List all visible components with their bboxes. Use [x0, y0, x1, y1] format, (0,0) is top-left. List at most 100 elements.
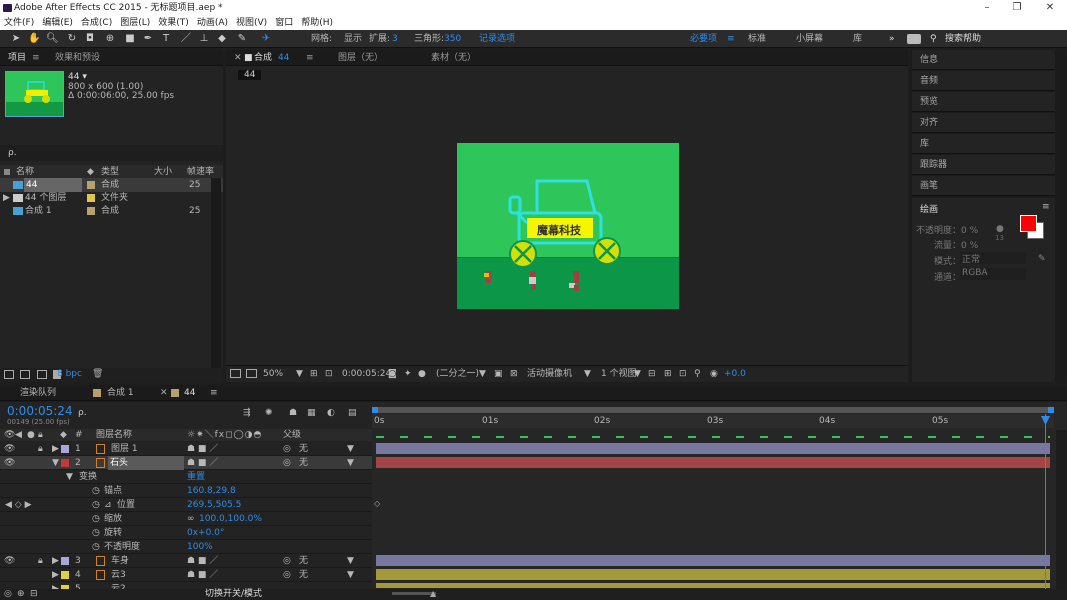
expand-switches-icon[interactable]: ◎: [4, 589, 12, 600]
solo-switch-icon[interactable]: ●: [27, 429, 35, 441]
label-swatch[interactable]: [87, 207, 95, 215]
transparency-grid-icon[interactable]: ⊠: [510, 366, 518, 382]
resolution-chevron-icon[interactable]: ▼: [479, 366, 486, 382]
workspace-library[interactable]: 库: [853, 30, 862, 48]
show-snapshot-icon[interactable]: ✦: [404, 366, 412, 382]
project-item-name[interactable]: 44: [24, 178, 82, 192]
project-item-name[interactable]: 44 个图层: [25, 191, 66, 205]
audio-panel[interactable]: 音频: [912, 71, 1055, 91]
stopwatch-icon[interactable]: ◷: [92, 540, 100, 554]
menu-composition[interactable]: 合成(C): [81, 18, 112, 28]
parent-dropdown[interactable]: 无: [299, 568, 308, 582]
parent-chevron-icon[interactable]: ▼: [347, 442, 354, 456]
effects-presets-tab[interactable]: 效果和预设: [55, 50, 100, 66]
new-comp-icon[interactable]: [37, 370, 47, 379]
project-tab[interactable]: 项目: [8, 50, 26, 66]
keyframe-diamond-icon[interactable]: ◇: [374, 499, 380, 508]
paint-flow[interactable]: 流量：0 %: [934, 238, 978, 251]
puppet-pin-tool-icon[interactable]: ✈: [260, 33, 272, 45]
views-dropdown[interactable]: 1 个视图: [601, 366, 637, 382]
brush-tool-icon[interactable]: ／: [180, 33, 192, 45]
layer-name-header[interactable]: 图层名称: [96, 429, 132, 441]
visibility-eye-icon[interactable]: 👁︎: [4, 456, 15, 470]
zoom-in-icon[interactable]: ▲: [430, 589, 436, 598]
shy-layers-icon[interactable]: ☗: [289, 408, 297, 418]
layer-expand-arrow-icon[interactable]: ▶: [52, 442, 59, 456]
parent-chevron-icon[interactable]: ▼: [347, 456, 354, 470]
layer-name[interactable]: 图层 1: [111, 442, 138, 456]
col-size[interactable]: 大小: [154, 165, 172, 179]
expand-arrow-icon[interactable]: ▶: [3, 191, 10, 205]
workspace-standard[interactable]: 标准: [748, 30, 766, 48]
label-swatch[interactable]: [87, 194, 95, 202]
layer-row[interactable]: 👁︎ 🔒︎ ▶ 1 图层 1 ☗ ■ ／ ◎ 无 ▼: [0, 442, 372, 456]
hand-tool-icon[interactable]: ✋: [28, 33, 40, 45]
roto-brush-tool-icon[interactable]: ✎: [236, 33, 248, 45]
zoom-chevron-icon[interactable]: ▼: [296, 366, 303, 382]
paint-opacity[interactable]: 不透明度：0 %: [916, 223, 978, 236]
current-time[interactable]: 0:00:05:24: [342, 366, 391, 382]
layer-lock-icon[interactable]: 🔒︎: [38, 554, 43, 568]
layer-bar[interactable]: [376, 555, 1050, 566]
brush-tip-icon[interactable]: ●: [996, 224, 1004, 234]
tracker-panel[interactable]: 跟踪器: [912, 155, 1055, 175]
foreground-color-swatch[interactable]: [1020, 215, 1037, 232]
rectangle-tool-icon[interactable]: ■: [124, 33, 136, 45]
layer-name[interactable]: 车身: [111, 554, 129, 568]
layer-bar[interactable]: [376, 583, 1050, 588]
constrain-proportions-icon[interactable]: ∞: [187, 512, 195, 526]
pick-whip-icon[interactable]: ◎: [283, 442, 291, 456]
property-value[interactable]: 0x+0.0°: [187, 526, 224, 540]
minimize-button[interactable]: –: [975, 0, 999, 16]
menu-help[interactable]: 帮助(H): [301, 18, 333, 28]
layer-name[interactable]: 云3: [111, 568, 126, 582]
workspace-menu-icon[interactable]: ≡: [727, 30, 735, 48]
timeline-toggle-icon[interactable]: ⊡: [679, 366, 687, 382]
viewer-tab-layer[interactable]: 图层（无）: [338, 50, 383, 66]
layer-label-swatch[interactable]: [61, 459, 69, 467]
graph-editor-icon[interactable]: ▤: [348, 408, 357, 418]
visibility-eye-icon[interactable]: 👁︎: [4, 442, 15, 456]
viewer-menu-icon[interactable]: ≡: [306, 50, 314, 66]
sync-settings-icon[interactable]: [907, 34, 921, 44]
parent-chevron-icon[interactable]: ▼: [347, 568, 354, 582]
comp-mini-flowchart-icon[interactable]: ⇶: [243, 408, 251, 418]
layer-name[interactable]: 石头: [108, 456, 184, 470]
resolution-dropdown[interactable]: (二分之一): [436, 366, 479, 382]
channel-icon[interactable]: ●: [418, 366, 426, 382]
interpret-footage-icon[interactable]: [4, 370, 14, 379]
comp-navigator-label[interactable]: 44: [238, 70, 262, 80]
camera-tool-icon[interactable]: ◘: [84, 33, 96, 45]
layer-expand-arrow-icon[interactable]: ▶: [52, 568, 59, 582]
composition-canvas[interactable]: 魔幕科技: [457, 143, 679, 309]
selection-tool-icon[interactable]: ➤: [10, 33, 22, 45]
label-column-icon[interactable]: ◆: [60, 429, 67, 441]
layer-row-selected[interactable]: 👁︎ ▼ 2 石头 ☗ ■ ／ ◎ 无 ▼: [0, 456, 372, 470]
search-help-icon[interactable]: ⚲: [930, 30, 937, 48]
motion-blur-icon[interactable]: ◐: [327, 408, 335, 418]
parent-dropdown[interactable]: 无: [299, 456, 308, 470]
col-name[interactable]: 名称: [16, 165, 34, 179]
parent-header[interactable]: 父级: [283, 429, 301, 441]
project-panel-menu-icon[interactable]: ≡: [32, 50, 40, 66]
pick-whip-icon[interactable]: ◎: [283, 554, 291, 568]
timeline-search[interactable]: ρ.: [78, 408, 87, 418]
paint-mode-dropdown[interactable]: 正常: [960, 252, 1026, 265]
eyedropper-icon[interactable]: ✎: [1038, 254, 1046, 264]
frame-blending-icon[interactable]: ▦: [307, 408, 316, 418]
trash-icon[interactable]: 🗑︎: [92, 369, 103, 379]
layer-switches[interactable]: ☗ ■ ／: [187, 554, 218, 568]
views-chevron-icon[interactable]: ▼: [634, 366, 641, 382]
timeline-menu-icon[interactable]: ≡: [210, 385, 218, 401]
col-fps[interactable]: 帧速率: [187, 165, 214, 179]
snapshot-icon[interactable]: ◙: [388, 366, 397, 382]
time-ruler[interactable]: 0s 01s 02s 03s 04s 05s: [372, 414, 1054, 428]
mask-visibility-icon[interactable]: ⊡: [325, 366, 333, 382]
menu-effect[interactable]: 效果(T): [158, 18, 189, 28]
layer-label-swatch[interactable]: [61, 445, 69, 453]
project-scrollbar[interactable]: [211, 178, 221, 368]
close-viewer-icon[interactable]: ✕: [234, 50, 242, 66]
stopwatch-icon[interactable]: ◷: [92, 526, 100, 540]
layer-lock-icon[interactable]: 🔒︎: [38, 442, 43, 456]
layer-switches[interactable]: ☗ ■ ／: [187, 456, 218, 470]
